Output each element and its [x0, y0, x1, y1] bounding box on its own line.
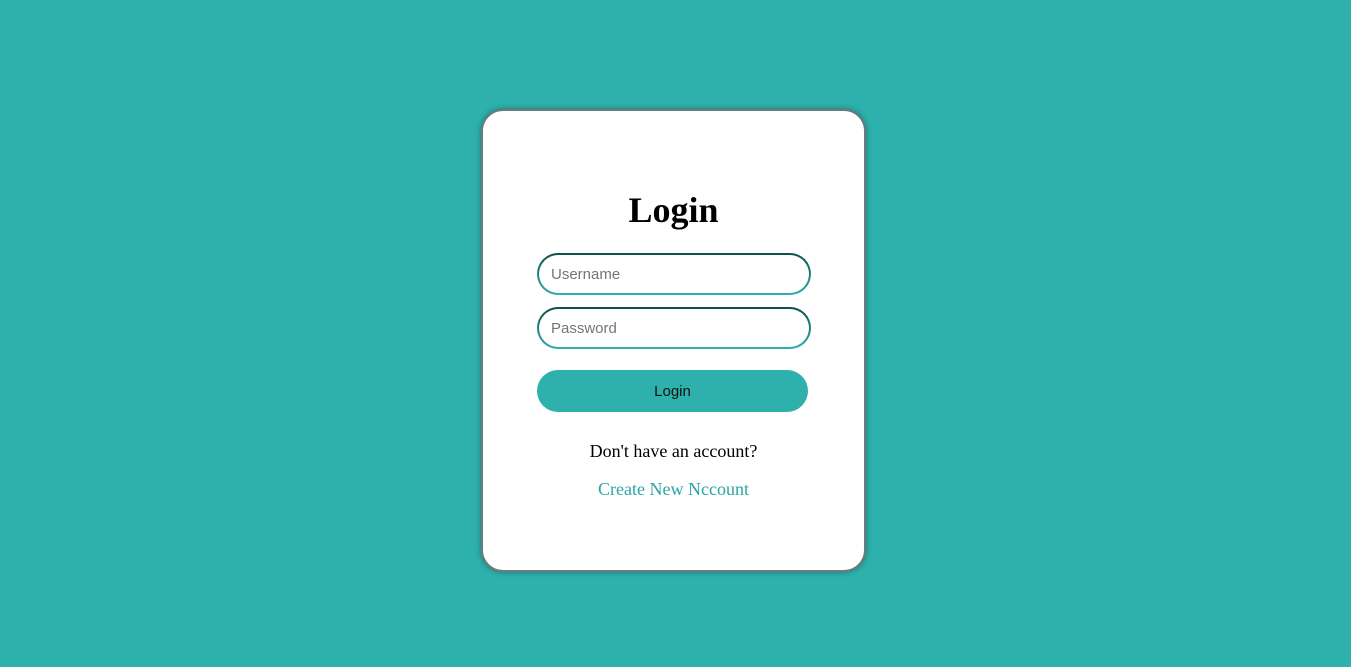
login-button[interactable]: Login	[537, 370, 808, 412]
login-card: Login Login Don't have an account? Creat…	[481, 109, 866, 572]
password-field-wrapper	[537, 307, 811, 349]
username-field-wrapper	[537, 253, 811, 295]
create-account-link[interactable]: Create New Nccount	[483, 479, 864, 500]
username-input[interactable]	[539, 255, 809, 293]
login-title: Login	[628, 190, 719, 230]
signup-prompt: Don't have an account?	[589, 441, 758, 461]
password-input[interactable]	[539, 309, 809, 347]
